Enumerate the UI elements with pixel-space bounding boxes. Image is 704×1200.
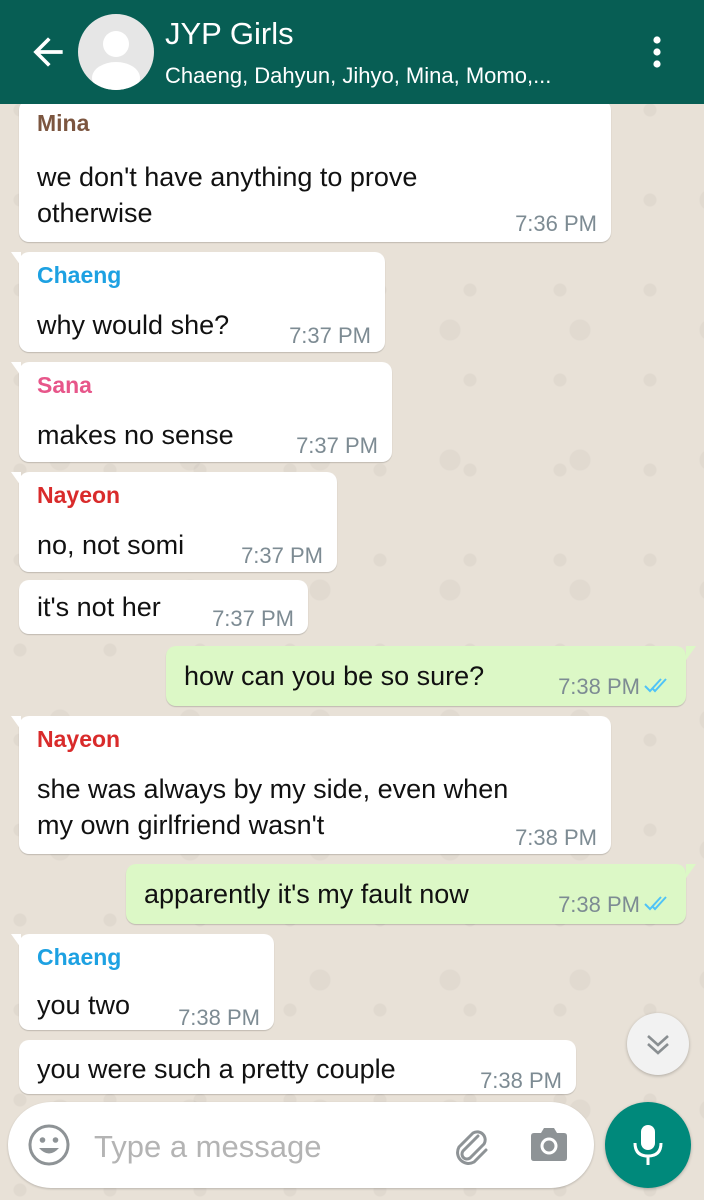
message-time: 7:38 PM (515, 825, 597, 850)
chat-title[interactable]: JYP Girls (165, 16, 294, 52)
bubble-tail (686, 646, 696, 660)
bubble-tail (11, 934, 21, 948)
camera-icon[interactable] (526, 1122, 572, 1168)
message-text: my own girlfriend wasn't (37, 810, 325, 840)
message-text: it's not her (37, 592, 161, 622)
message-text: she was always by my side, even when (37, 774, 509, 804)
emoji-icon[interactable] (26, 1122, 72, 1168)
more-vert-icon[interactable] (645, 32, 669, 72)
message-bubble[interactable]: Chaeng why would she? 7:37 PM (11, 252, 385, 352)
message-time: 7:36 PM (515, 211, 597, 236)
message-time: 7:38 PM (558, 674, 640, 699)
message-bubble[interactable]: Mina we don't have anything to prove oth… (19, 100, 611, 242)
group-avatar[interactable] (78, 14, 154, 90)
message-text: why would she? (37, 310, 230, 340)
message-time: 7:38 PM (558, 892, 640, 917)
message-sender: Nayeon (37, 726, 121, 752)
message-text: how can you be so sure? (184, 661, 485, 691)
mic-icon (633, 1125, 663, 1165)
double-check-icon (644, 896, 667, 911)
message-time: 7:37 PM (289, 323, 371, 348)
message-time: 7:37 PM (212, 606, 294, 631)
voice-record-button[interactable] (605, 1102, 691, 1188)
message-bubble-outgoing[interactable]: apparently it's my fault now 7:38 PM (126, 864, 696, 924)
message-text: you were such a pretty couple (37, 1054, 396, 1084)
message-text: you two (37, 990, 131, 1020)
message-bubble[interactable]: it's not her 7:37 PM (19, 580, 308, 634)
message-time: 7:37 PM (241, 543, 323, 568)
message-sender: Sana (37, 372, 92, 398)
message-composer (8, 1102, 594, 1188)
message-text: we don't have anything to prove (37, 162, 418, 192)
message-bubble[interactable]: Nayeon she was always by my side, even w… (11, 716, 611, 854)
message-sender: Chaeng (37, 944, 122, 970)
chat-participants[interactable]: Chaeng, Dahyun, Jihyo, Mina, Momo,... (165, 63, 551, 89)
paperclip-icon[interactable] (448, 1122, 494, 1168)
message-text: makes no sense (37, 420, 234, 450)
scroll-to-bottom-button[interactable] (627, 1013, 689, 1075)
bubble-tail (686, 864, 696, 878)
bubble-tail (11, 362, 21, 376)
message-sender: Chaeng (37, 262, 122, 288)
double-check-icon (644, 678, 667, 693)
message-bubble[interactable]: Sana makes no sense 7:37 PM (11, 362, 392, 462)
message-sender: Mina (37, 110, 90, 136)
message-input[interactable] (92, 1124, 436, 1170)
bubble-tail (11, 472, 21, 486)
bubble-tail (11, 252, 21, 266)
message-bubble[interactable]: Chaeng you two 7:38 PM (11, 934, 274, 1030)
message-bubble-outgoing[interactable]: how can you be so sure? 7:38 PM (166, 646, 696, 706)
message-text: no, not somi (37, 530, 185, 560)
arrow-left-icon[interactable] (26, 30, 70, 74)
message-time: 7:37 PM (296, 433, 378, 458)
bubble-tail (11, 716, 21, 730)
message-bubble[interactable]: you were such a pretty couple 7:38 PM (19, 1040, 576, 1094)
message-bubble[interactable]: Nayeon no, not somi 7:37 PM (11, 472, 337, 572)
message-time: 7:38 PM (178, 1005, 260, 1030)
message-text: apparently it's my fault now (144, 879, 469, 909)
message-text: otherwise (37, 198, 153, 228)
chat-header: JYP Girls Chaeng, Dahyun, Jihyo, Mina, M… (0, 0, 704, 104)
chevron-double-down-icon (647, 1035, 669, 1055)
message-time: 7:38 PM (480, 1068, 562, 1093)
message-sender: Nayeon (37, 482, 121, 508)
